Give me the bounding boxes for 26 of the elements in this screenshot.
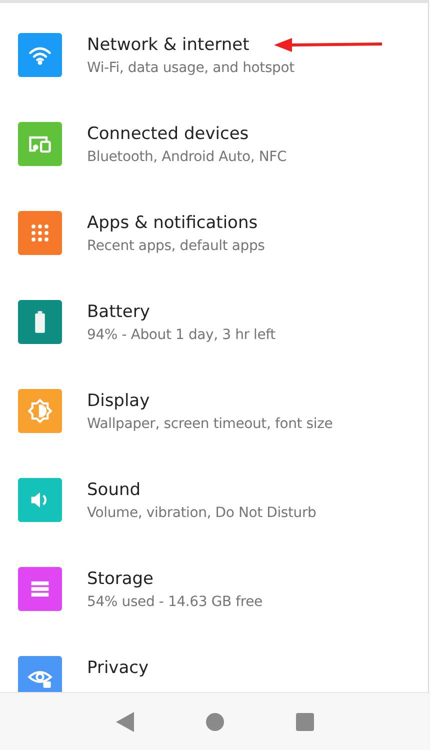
settings-item[interactable]: Network & internet Wi-Fi, data usage, and hotspot — [0, 11, 428, 100]
item-subtitle: Wallpaper, screen timeout, font size — [87, 415, 333, 434]
settings-item[interactable]: Apps & notifications Recent apps, default apps — [0, 189, 428, 278]
settings-item[interactable]: Sound Volume, vibration, Do Not Disturb — [0, 456, 428, 545]
item-subtitle: Volume, vibration, Do Not Disturb — [87, 504, 316, 523]
settings-item[interactable]: Battery 94% - About 1 day, 3 hr left — [0, 278, 428, 367]
item-title: Apps & notifications — [87, 212, 258, 235]
settings-item[interactable]: Display Wallpaper, screen timeout, font size — [0, 367, 428, 456]
item-title: Sound — [87, 479, 141, 502]
item-title: Connected devices — [87, 123, 249, 146]
recents-icon[interactable] — [296, 712, 314, 730]
item-title: Battery — [87, 301, 150, 324]
item-title: Network & internet — [87, 34, 250, 57]
settings-item[interactable]: Storage 54% used - 14.63 GB free — [0, 545, 428, 634]
item-title: Privacy — [87, 657, 149, 680]
back-icon[interactable] — [116, 712, 134, 732]
settings-item[interactable]: Connected devices Bluetooth, Android Auto, NFC — [0, 100, 428, 189]
settings-item[interactable]: Privacy — [0, 634, 428, 692]
item-subtitle: 94% - About 1 day, 3 hr left — [87, 326, 276, 345]
item-subtitle: Bluetooth, Android Auto, NFC — [87, 148, 287, 167]
item-subtitle: Recent apps, default apps — [87, 237, 265, 256]
item-title: Display — [87, 390, 150, 413]
item-title: Storage — [87, 568, 154, 591]
item-subtitle: Wi-Fi, data usage, and hotspot — [87, 59, 294, 78]
item-subtitle: 54% used - 14.63 GB free — [87, 593, 262, 612]
home-icon[interactable] — [206, 712, 224, 730]
